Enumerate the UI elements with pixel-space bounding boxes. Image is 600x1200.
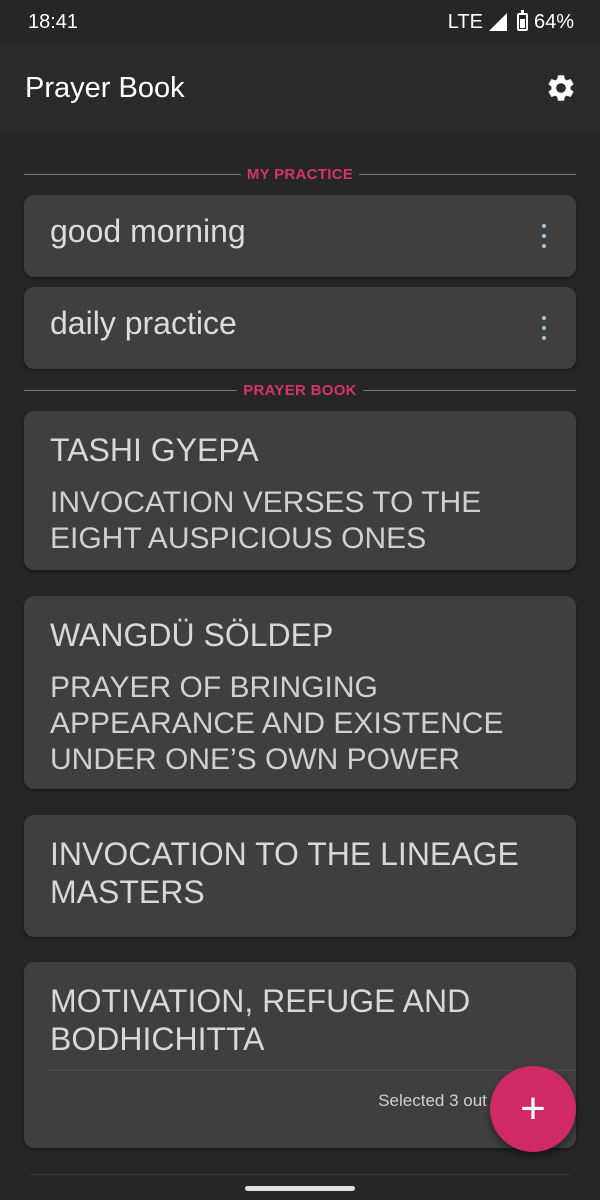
app-title: Prayer Book (25, 71, 185, 104)
status-time: 18:41 (28, 10, 79, 33)
divider-line (24, 173, 241, 175)
section-divider-prayer-book: PRAYER BOOK (24, 379, 577, 401)
settings-button[interactable] (544, 71, 578, 105)
app-bar: Prayer Book (0, 44, 600, 132)
gear-icon (548, 75, 574, 101)
practice-item-daily-practice[interactable]: daily practice (24, 287, 576, 369)
divider-line (359, 173, 576, 175)
section-divider-my-practice: MY PRACTICE (24, 163, 576, 185)
status-bar: 18:41 LTE 64% (0, 0, 600, 44)
home-indicator[interactable] (245, 1186, 355, 1191)
more-options-icon[interactable] (534, 308, 554, 348)
network-type: LTE (447, 10, 483, 33)
bottom-divider (30, 1174, 570, 1175)
section-label-my-practice: MY PRACTICE (246, 165, 354, 183)
prayer-item-title: WANGDÜ SÖLDEP (50, 617, 334, 653)
add-button[interactable]: + (490, 1066, 576, 1152)
practice-item-title: daily practice (50, 304, 237, 341)
divider-line (362, 389, 577, 391)
signal-icon (488, 13, 507, 31)
prayer-item-subtitle: INVOCATION VERSES TO THE EIGHT AUSPICIOU… (50, 486, 482, 555)
prayer-item-title: INVOCATION TO THE LINEAGE MASTERS (50, 836, 519, 910)
prayer-item-subtitle: PRAYER OF BRINGING APPEARANCE AND EXISTE… (50, 671, 504, 776)
prayer-item-invocation-lineage[interactable]: INVOCATION TO THE LINEAGE MASTERS (24, 815, 576, 937)
prayer-item-tashi-gyepa[interactable]: TASHI GYEPA INVOCATION VERSES TO THE EIG… (24, 411, 576, 570)
status-indicators: LTE 64% (447, 10, 574, 34)
practice-item-good-morning[interactable]: good morning (24, 195, 576, 277)
plus-icon: + (520, 1084, 546, 1133)
battery-icon (516, 10, 528, 31)
battery-percent: 64% (533, 10, 574, 33)
prayer-item-wangdu-soldep[interactable]: WANGDÜ SÖLDEP PRAYER OF BRINGING APPEARA… (24, 596, 576, 789)
prayer-item-title: TASHI GYEPA (50, 432, 259, 468)
more-options-icon[interactable] (534, 216, 554, 256)
divider-line (24, 389, 238, 391)
section-label-prayer-book: PRAYER BOOK (243, 381, 357, 399)
prayer-item-title: MOTIVATION, REFUGE AND BODHICHITTA (50, 983, 471, 1057)
practice-item-title: good morning (50, 212, 246, 249)
